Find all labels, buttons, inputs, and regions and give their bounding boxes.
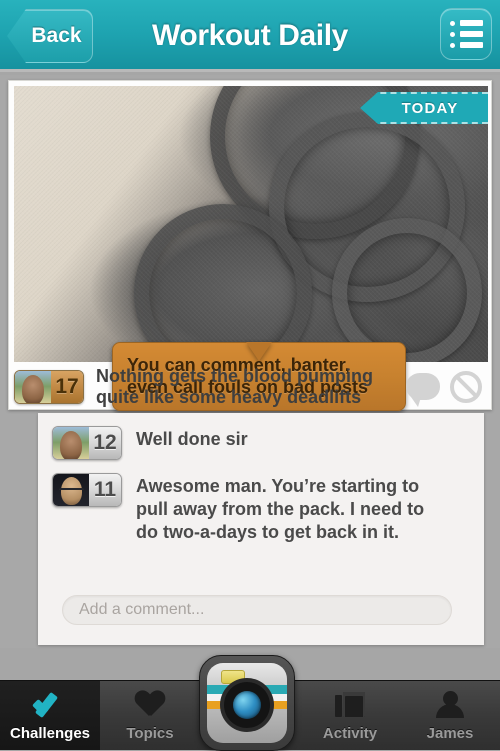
comment-text: Awesome man. You’re starting to pull awa… [136,476,425,542]
post-caption-line-2: quite like some heavy deadlifts [96,386,362,407]
block-circle-slash-icon[interactable] [450,370,482,403]
post-caption-line-1: Nothing gets the blood pumping [96,365,373,386]
author-score-badge[interactable]: 17 [14,369,84,404]
tab-activity[interactable]: Activity [300,681,400,750]
today-ribbon: TODAY [360,92,488,124]
post-card[interactable]: TODAY You can comment, banter, even call… [8,80,492,411]
add-comment-placeholder: Add a comment... [79,601,205,618]
comments-card: 12 Well done sir 11 Awesome man. You’re … [38,413,484,645]
camera-glass-shape [233,690,261,719]
tab-label: James [426,724,474,742]
tooltip-pointer [246,342,272,361]
score-value: 17 [51,370,83,403]
tab-profile[interactable]: James [400,681,500,750]
add-comment-input[interactable]: Add a comment... [62,595,452,625]
score-value: 11 [89,474,121,506]
app-header: Back Workout Daily [0,0,500,72]
score-value: 12 [89,427,121,459]
today-ribbon-label: TODAY [401,99,459,117]
feed-scroll-area[interactable]: TODAY You can comment, banter, even call… [0,75,500,648]
post-caption: Nothing gets the blood pumping quite lik… [96,366,406,408]
commenter-score-badge[interactable]: 11 [52,473,122,507]
checkmark-icon [33,690,67,720]
page-title: Workout Daily [152,19,348,52]
bottom-tab-bar: Challenges Topics Activity James [0,655,500,751]
list-item[interactable]: 12 Well done sir [38,413,484,460]
comment-bubble-icon[interactable] [406,373,440,407]
tab-challenges[interactable]: Challenges [0,681,100,750]
post-photo[interactable]: TODAY [14,86,488,362]
photo-grain-overlay [14,86,488,362]
list-item[interactable]: 11 Awesome man. You’re starting to pull … [38,460,484,544]
camera-icon [207,663,287,743]
heart-icon [135,690,165,720]
tab-label: Challenges [9,724,91,742]
newspaper-icon [335,690,365,720]
post-action-group [406,370,482,407]
list-menu-icon [449,20,483,48]
commenter-score-badge[interactable]: 12 [52,426,122,460]
avatar [53,474,89,506]
avatar [15,370,51,403]
avatar [53,427,89,459]
post-footer-row: 17 Nothing gets the blood pumping quite … [14,366,488,408]
person-icon [436,690,464,720]
tab-label: Topics [126,724,174,742]
menu-button[interactable] [440,8,492,60]
tab-topics[interactable]: Topics [100,681,200,750]
camera-button[interactable] [199,655,295,751]
camera-lens-shape [224,681,270,728]
comment-text: Well done sir [136,429,248,449]
tab-label: Activity [322,724,378,742]
